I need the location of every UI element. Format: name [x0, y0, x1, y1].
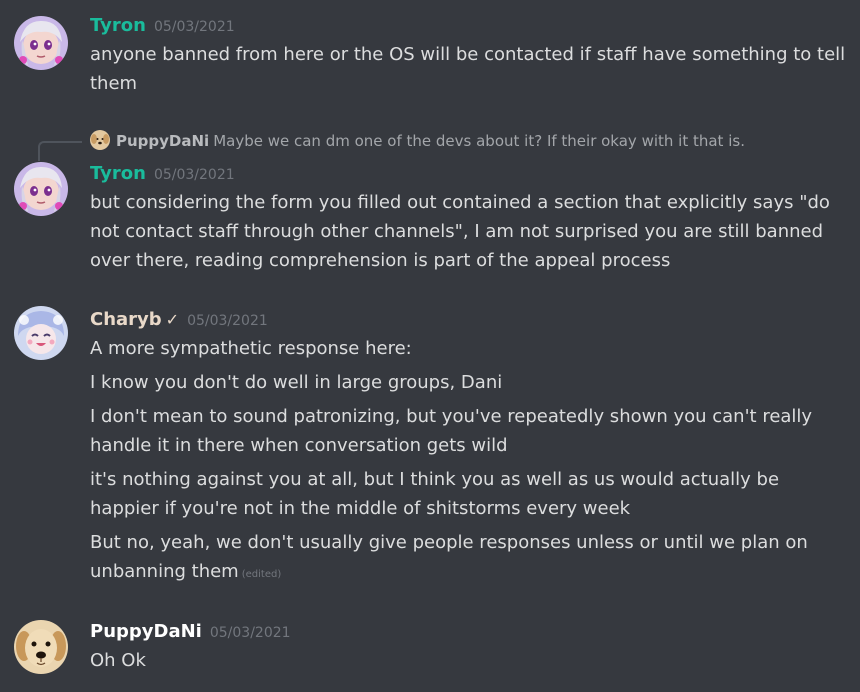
message-text: but considering the form you filled out …	[90, 192, 830, 271]
username[interactable]: Tyron	[90, 163, 146, 184]
chat-messages: Tyron 05/03/2021 anyone banned from here …	[0, 0, 860, 692]
puppydani-avatar[interactable]	[14, 620, 68, 674]
message-text: I know you don't do well in large groups…	[90, 372, 503, 393]
message-text: A more sympathetic response here:	[90, 338, 412, 359]
message-header: Charyb ✓ 05/03/2021	[90, 306, 846, 334]
cartoon-avatar-icon	[14, 306, 68, 360]
checkmark-icon: ✓	[165, 310, 180, 329]
message-header: PuppyDaNi 05/03/2021	[90, 618, 846, 646]
reply-text[interactable]: Maybe we can dm one of the devs about it…	[213, 132, 745, 150]
timestamp[interactable]: 05/03/2021	[187, 313, 268, 329]
message-text: Oh Ok	[90, 650, 146, 671]
charyb-avatar[interactable]	[14, 306, 68, 360]
username[interactable]: PuppyDaNi	[90, 621, 202, 642]
reply-avatar	[90, 129, 110, 150]
message-header: Tyron 05/03/2021	[90, 160, 846, 188]
puppy-avatar-icon	[90, 129, 110, 150]
tyron-avatar[interactable]	[14, 162, 68, 216]
reply-author[interactable]: PuppyDaNi	[116, 132, 209, 150]
timestamp[interactable]: 05/03/2021	[154, 167, 235, 183]
message-text: I don't mean to sound patronizing, but y…	[90, 406, 813, 456]
anime-avatar-icon	[14, 16, 68, 70]
reply-body[interactable]: PuppyDaNi Maybe we can dm one of the devs…	[90, 128, 745, 154]
reply-connector	[38, 141, 82, 161]
reply-preview[interactable]: PuppyDaNi Maybe we can dm one of the devs…	[0, 128, 860, 161]
message-text: anyone banned from here or the OS will b…	[90, 44, 846, 94]
message-text: But no, yeah, we don't usually give peop…	[90, 532, 808, 582]
message-header: Tyron 05/03/2021	[90, 12, 846, 40]
message-text: it's nothing against you at all, but I t…	[90, 469, 780, 519]
username[interactable]: Tyron	[90, 15, 146, 36]
tyron-avatar[interactable]	[14, 16, 68, 70]
message-text-edited: But no, yeah, we don't usually give peop…	[90, 528, 846, 589]
anime-avatar-icon	[14, 162, 68, 216]
edited-label[interactable]: (edited)	[242, 569, 282, 580]
timestamp[interactable]: 05/03/2021	[210, 625, 291, 641]
timestamp[interactable]: 05/03/2021	[154, 19, 235, 35]
username[interactable]: Charyb	[90, 309, 162, 330]
puppy-avatar-icon	[14, 620, 68, 674]
